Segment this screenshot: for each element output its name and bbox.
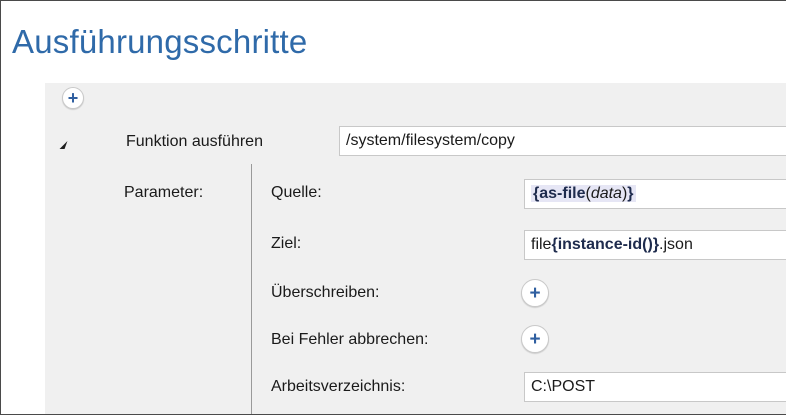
section-title: Ausführungsschritte — [12, 23, 308, 60]
overwrite-label: Überschreiben: — [271, 284, 380, 301]
target-prefix: file — [531, 236, 552, 253]
function-name: as-file — [539, 185, 586, 202]
add-abort-on-error-button[interactable]: + — [521, 325, 549, 353]
target-label: Ziel: — [271, 235, 302, 252]
source-expression: {as-file(data)} — [531, 185, 636, 202]
add-step-button[interactable]: + — [62, 87, 84, 109]
window-frame: Ausführungsschritte + Funktion ausführen… — [0, 0, 786, 415]
parameter-label: Parameter: — [124, 184, 204, 201]
function-name: instance-id — [557, 236, 643, 253]
function-parens: () — [642, 236, 653, 253]
abort-on-error-label: Bei Fehler abbrechen: — [271, 331, 429, 348]
function-label: Funktion ausführen — [126, 133, 263, 150]
parameter-divider — [251, 164, 252, 414]
plus-icon: + — [529, 328, 541, 350]
brace-close: } — [627, 185, 634, 202]
source-label: Quelle: — [271, 184, 322, 201]
plus-icon: + — [67, 88, 79, 108]
target-suffix: .json — [659, 236, 693, 253]
workdir-label: Arbeitsverzeichnis: — [271, 378, 406, 395]
plus-icon: + — [529, 282, 541, 304]
source-input[interactable]: {as-file(data)} — [524, 179, 786, 209]
add-overwrite-button[interactable]: + — [521, 279, 549, 307]
function-input[interactable]: /system/filesystem/copy — [339, 126, 786, 156]
target-input[interactable]: file{instance-id()}.json — [524, 230, 786, 260]
function-argument: data — [590, 185, 622, 202]
workdir-input[interactable]: C:\POST — [524, 372, 786, 402]
